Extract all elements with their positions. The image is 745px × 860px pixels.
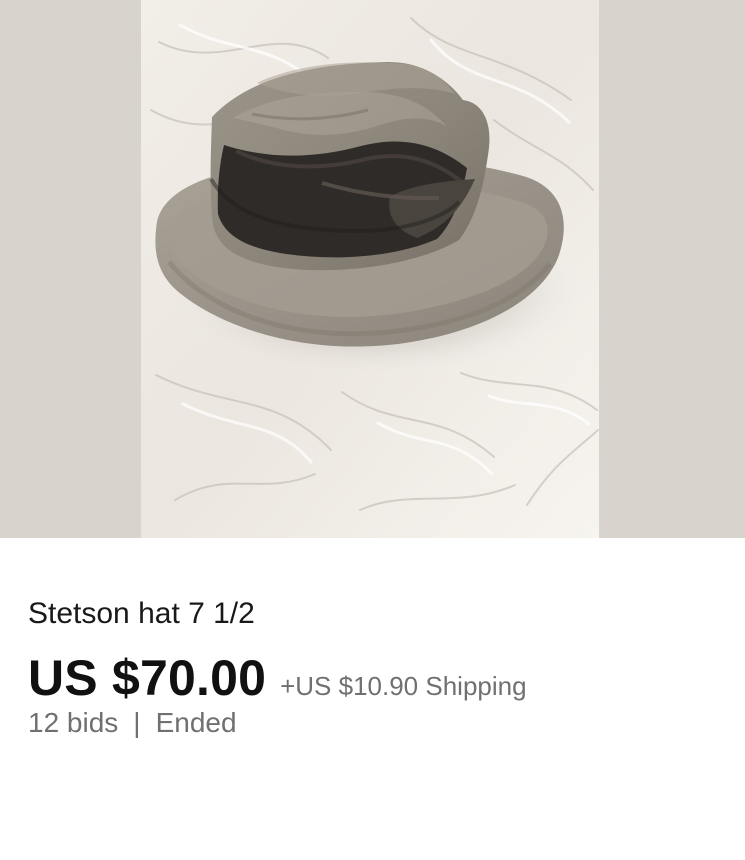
listing-photo[interactable] (141, 0, 599, 538)
price-row: US $70.00 +US $10.90 Shipping (28, 646, 527, 710)
listing-status: Ended (155, 707, 237, 738)
listing-meta: 12 bids | Ended (28, 706, 237, 740)
current-price: US $70.00 (28, 650, 267, 706)
bid-count: 12 bids (28, 707, 119, 738)
hat-photo-image (141, 0, 599, 538)
listing-title[interactable]: Stetson hat 7 1/2 (28, 596, 255, 632)
listing-card[interactable]: Stetson hat 7 1/2 US $70.00 +US $10.90 S… (0, 0, 745, 860)
listing-image-area[interactable] (0, 0, 745, 538)
shipping-cost: +US $10.90 Shipping (280, 671, 527, 701)
meta-separator: | (133, 707, 141, 738)
